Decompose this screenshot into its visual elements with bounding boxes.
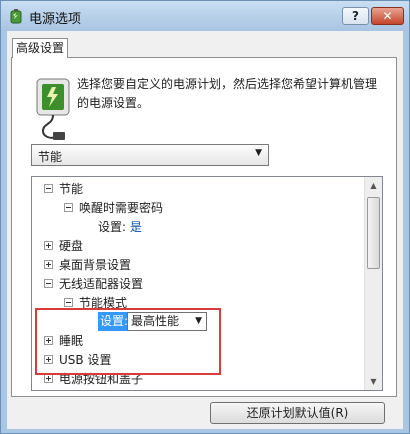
tree-item-power-buttons-lid[interactable]: 电源按钮和盖子 — [44, 370, 143, 389]
tree-item-wake-password-setting[interactable]: 设置: 是 — [98, 218, 142, 237]
scrollbar-thumb[interactable] — [367, 197, 380, 269]
chevron-down-icon: ▼ — [195, 316, 202, 326]
expand-icon[interactable] — [44, 355, 53, 364]
close-button[interactable]: ✕ — [371, 7, 404, 25]
battery-plug-icon — [36, 78, 70, 140]
tree-item-hard-disk[interactable]: 硬盘 — [44, 237, 83, 256]
restore-defaults-button[interactable]: 还原计划默认值(R) — [210, 402, 385, 424]
setting-label-selected: 设置: — [98, 312, 131, 331]
tree-item-power-saver[interactable]: 节能 — [44, 180, 83, 199]
power-plan-value: 节能 — [38, 150, 63, 164]
power-options-window: 电源选项 ? ✕ 高级设置 选择您要自定义的电源计划，然后选择您希望计算机管理的… — [0, 0, 410, 434]
power-saving-mode-select[interactable]: 最高性能 ▼ — [127, 312, 207, 331]
power-options-icon — [10, 9, 22, 24]
collapse-icon[interactable] — [44, 279, 53, 288]
help-button[interactable]: ? — [342, 7, 369, 25]
collapse-icon[interactable] — [64, 203, 73, 212]
expand-icon[interactable] — [44, 241, 53, 250]
expand-icon[interactable] — [44, 336, 53, 345]
tree-item-desktop-background[interactable]: 桌面背景设置 — [44, 256, 131, 275]
power-plan-select[interactable]: 节能 ▼ — [31, 144, 269, 166]
collapse-icon[interactable] — [64, 298, 73, 307]
tree-item-usb-settings[interactable]: USB 设置 — [44, 351, 111, 370]
collapse-icon[interactable] — [44, 184, 53, 193]
scroll-down-arrow-icon[interactable]: ▼ — [365, 373, 382, 390]
power-saving-mode-value: 最高性能 — [131, 314, 180, 328]
scroll-up-arrow-icon[interactable]: ▲ — [365, 177, 382, 194]
tree-item-power-saving-mode[interactable]: 节能模式 — [64, 294, 127, 313]
window-title: 电源选项 — [29, 12, 82, 27]
description-text: 选择您要自定义的电源计划，然后选择您希望计算机管理的电源设置。 — [77, 77, 378, 110]
tree-scrollbar[interactable]: ▲ ▼ — [364, 177, 382, 390]
tree-item-wake-password[interactable]: 唤醒时需要密码 — [64, 199, 163, 218]
expand-icon[interactable] — [44, 260, 53, 269]
tab-advanced-settings[interactable]: 高级设置 — [12, 38, 68, 58]
setting-value[interactable]: 是 — [130, 220, 142, 234]
chevron-down-icon: ▼ — [255, 148, 262, 158]
dialog-client-area: 高级设置 选择您要自定义的电源计划，然后选择您希望计算机管理的电源设置。 节能 … — [7, 31, 403, 429]
tree-item-sleep[interactable]: 睡眠 — [44, 332, 83, 351]
tree-item-power-saving-mode-setting[interactable]: 设置: 最高性能 ▼ — [98, 312, 298, 331]
title-bar[interactable]: 电源选项 ? ✕ — [1, 1, 409, 31]
settings-tree[interactable]: 节能 唤醒时需要密码 设置: 是 硬盘 桌面背景设置 无线适配器设置 节能模式 — [31, 176, 383, 391]
tree-item-wireless-adapter[interactable]: 无线适配器设置 — [44, 275, 143, 294]
expand-icon[interactable] — [44, 374, 53, 383]
